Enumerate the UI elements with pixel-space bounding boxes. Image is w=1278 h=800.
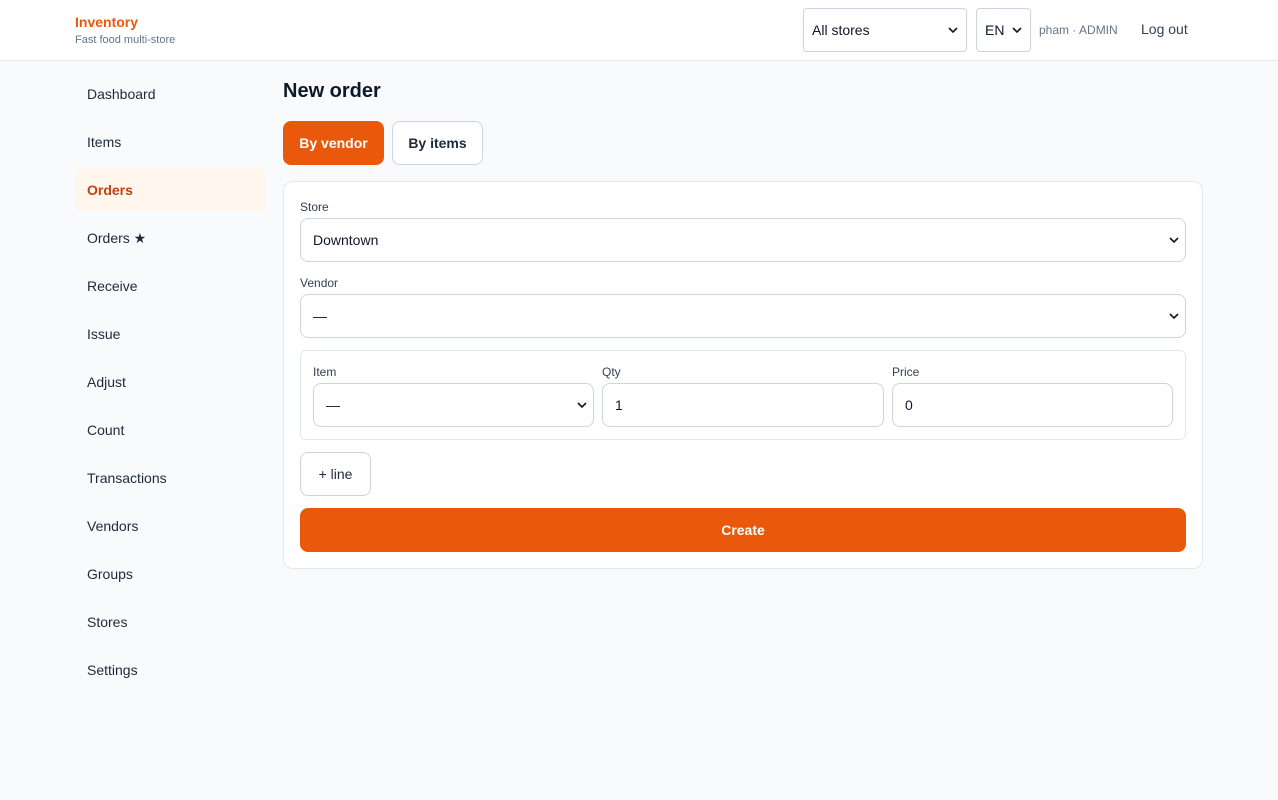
store-select-value: Downtown: [313, 232, 379, 248]
store-filter-value: All stores: [812, 22, 870, 38]
sidebar-item-receive[interactable]: Receive: [75, 264, 266, 308]
top-bar: Inventory Fast food multi-store All stor…: [0, 0, 1278, 61]
qty-label: Qty: [602, 365, 621, 379]
price-label: Price: [892, 365, 920, 379]
vendor-label: Vendor: [300, 276, 339, 290]
qty-input[interactable]: 1: [602, 383, 884, 427]
chevron-down-icon: [1169, 313, 1179, 320]
language-select[interactable]: EN: [976, 8, 1031, 52]
chevron-down-icon: [1169, 237, 1179, 244]
tab-by-items[interactable]: By items: [392, 121, 483, 165]
app-subtitle: Fast food multi-store: [75, 34, 176, 46]
sidebar-item-settings[interactable]: Settings: [75, 648, 266, 692]
chevron-down-icon: [1012, 27, 1022, 34]
store-label: Store: [300, 200, 329, 214]
sidebar-item-transactions[interactable]: Transactions: [75, 456, 266, 500]
sidebar-item-vendors[interactable]: Vendors: [75, 504, 266, 548]
tab-by-vendor[interactable]: By vendor: [283, 121, 384, 165]
logout-button[interactable]: Log out: [1141, 21, 1188, 37]
order-form-card: Store Downtown Vendor — Item — Qty 1 Pri…: [283, 181, 1203, 569]
app-title: Inventory: [75, 14, 139, 30]
item-label: Item: [313, 365, 337, 379]
sidebar-item-orders[interactable]: Orders: [75, 168, 266, 212]
sidebar-item-adjust[interactable]: Adjust: [75, 360, 266, 404]
price-input[interactable]: 0: [892, 383, 1173, 427]
brand: Inventory Fast food multi-store: [75, 13, 175, 47]
sidebar-item-issue[interactable]: Issue: [75, 312, 266, 356]
chevron-down-icon: [577, 402, 587, 409]
vendor-select[interactable]: —: [300, 294, 1186, 338]
sidebar-item-stores[interactable]: Stores: [75, 600, 266, 644]
store-filter-select[interactable]: All stores: [803, 8, 967, 52]
order-line: Item — Qty 1 Price 0: [300, 350, 1186, 440]
language-value: EN: [985, 22, 1005, 38]
qty-value: 1: [615, 397, 623, 413]
user-label: pham · ADMIN: [1039, 23, 1118, 37]
item-select[interactable]: —: [313, 383, 594, 427]
item-select-value: —: [326, 397, 340, 413]
sidebar-item-groups[interactable]: Groups: [75, 552, 266, 596]
store-select[interactable]: Downtown: [300, 218, 1186, 262]
page-title: New order: [283, 80, 381, 102]
chevron-down-icon: [948, 27, 958, 34]
sidebar-item-items[interactable]: Items: [75, 120, 266, 164]
create-button[interactable]: Create: [300, 508, 1186, 552]
price-value: 0: [905, 397, 913, 413]
add-line-button[interactable]: + line: [300, 452, 371, 496]
sidebar-item-dashboard[interactable]: Dashboard: [75, 72, 266, 116]
sidebar-item-orders-starred[interactable]: Orders ★: [75, 216, 266, 260]
sidebar: Dashboard Items Orders Orders ★ Receive …: [75, 72, 266, 696]
sidebar-item-count[interactable]: Count: [75, 408, 266, 452]
vendor-select-value: —: [313, 308, 327, 324]
